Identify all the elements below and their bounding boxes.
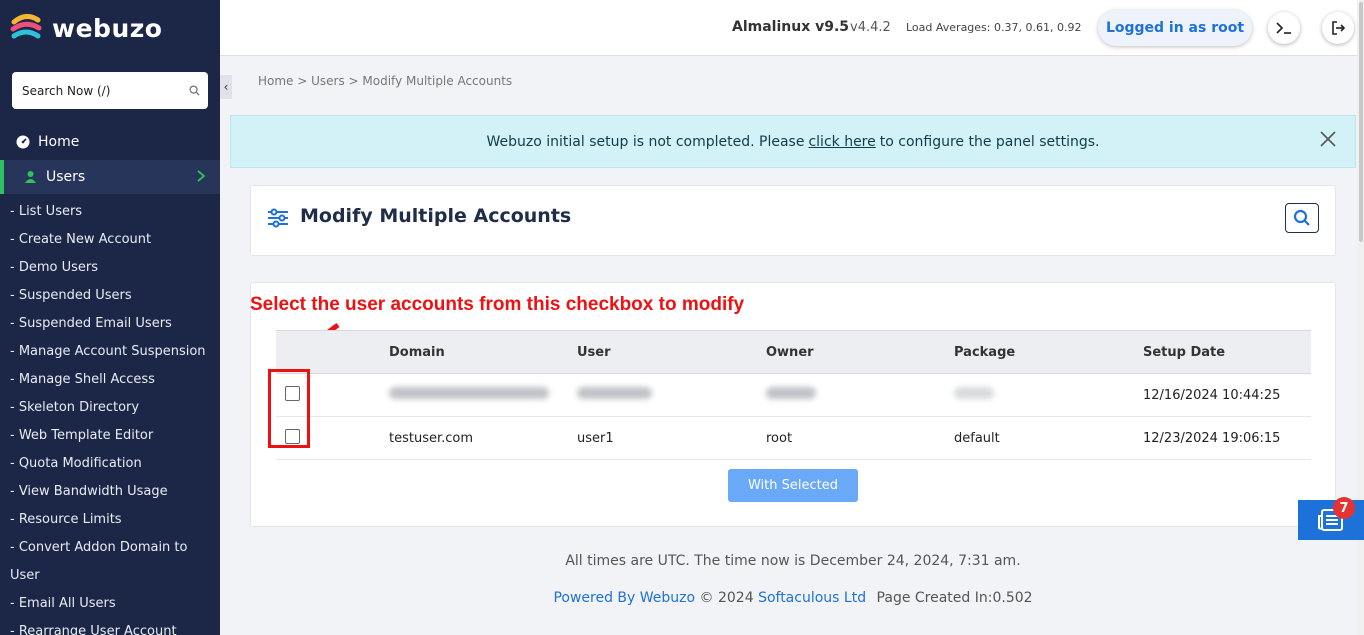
table-row: 12/16/2024 10:44:25 [276,373,1311,417]
instruction-annotation: Select the user accounts from this check… [250,294,745,315]
copyright-year: © 2024 [699,590,754,606]
os-version: Almalinux v9.5 [732,19,850,35]
blurred-owner [766,387,816,399]
close-icon[interactable] [1319,130,1337,148]
setup-date-cell: 12/23/2024 19:06:15 [1142,416,1311,460]
logo[interactable]: webuzo [8,10,162,46]
domain-cell: testuser.com [388,416,576,460]
webuzo-logo-icon [9,11,43,45]
column-header-domain[interactable]: Domain [388,330,576,374]
sliders-icon [268,208,288,228]
column-header-owner[interactable]: Owner [765,330,953,374]
table-search-button[interactable] [1285,203,1319,233]
submenu-item-rearrange-account[interactable]: - Rearrange User Account [0,618,220,635]
search-icon [1293,209,1310,226]
powered-by-link[interactable]: Powered By Webuzo [553,590,695,606]
submenu-item-resource-limits[interactable]: - Resource Limits [0,506,220,534]
column-header-user[interactable]: User [576,330,765,374]
logout-icon [1331,21,1345,35]
submenu-item-shell-access[interactable]: - Manage Shell Access [0,366,220,394]
column-header-setup-date[interactable]: Setup Date [1142,330,1311,374]
chevron-right-icon [197,170,206,182]
accounts-table: Domain User Owner Package Setup Date 12/… [276,330,1311,460]
footer: Powered By Webuzo © 2024 Softaculous Ltd… [230,590,1356,606]
select-column-header [276,330,388,374]
sidebar-search-input[interactable] [20,82,189,99]
sidebar-collapse-toggle[interactable]: ‹ [220,75,232,99]
logged-in-button[interactable]: Logged in as root [1098,10,1252,46]
terminal-button[interactable] [1268,12,1300,44]
users-submenu: - List Users - Create New Account - Demo… [0,198,220,635]
owner-cell: root [765,416,953,460]
submenu-item-skeleton-directory[interactable]: - Skeleton Directory [0,394,220,422]
package-cell: default [953,416,1142,460]
submenu-item-quota-modification[interactable]: - Quota Modification [0,450,220,478]
submenu-item-convert-addon-domain[interactable]: - Convert Addon Domain to User [0,534,220,590]
sidebar-item-label: Users [46,169,86,185]
webuzo-version: v4.4.2 [850,20,891,35]
setup-alert: Webuzo initial setup is not completed. P… [230,115,1356,168]
submenu-item-list-users[interactable]: - List Users [0,198,220,226]
checkbox-highlight-box [268,369,310,448]
page-created-time: Page Created In:0.502 [876,590,1033,606]
alert-click-here-link[interactable]: click here [808,134,875,150]
submenu-item-demo-users[interactable]: - Demo Users [0,254,220,282]
load-averages: Load Averages: 0.37, 0.61, 0.92 [906,21,1082,34]
search-icon[interactable] [189,85,200,96]
blurred-package [954,387,994,399]
sidebar: webuzo Home Users - List Users - Create … [0,0,220,635]
alert-text-after: to configure the panel settings. [879,133,1100,150]
blurred-user [577,387,652,399]
sidebar-item-home[interactable]: Home [0,125,220,159]
table-header-row: Domain User Owner Package Setup Date [276,330,1311,374]
dashboard-icon [16,135,30,149]
column-header-package[interactable]: Package [953,330,1142,374]
user-cell: user1 [576,416,765,460]
softaculous-link[interactable]: Softaculous Ltd [758,590,866,606]
submenu-item-email-all-users[interactable]: - Email All Users [0,590,220,618]
page-scrollbar-thumb[interactable] [1359,2,1363,242]
page-title: Modify Multiple Accounts [300,205,572,227]
blurred-domain [389,387,549,399]
notification-badge: 7 [1333,497,1355,519]
with-selected-button[interactable]: With Selected [728,469,858,502]
sidebar-search [12,72,208,109]
topbar: Almalinux v9.5 v4.4.2 Load Averages: 0.3… [220,0,1364,56]
breadcrumb[interactable]: Home > Users > Modify Multiple Accounts [258,74,512,88]
submenu-item-create-account[interactable]: - Create New Account [0,226,220,254]
submenu-item-web-template-editor[interactable]: - Web Template Editor [0,422,220,450]
brand-name: webuzo [52,13,163,43]
logout-button[interactable] [1322,12,1354,44]
user-icon [24,170,38,184]
setup-date-cell: 12/16/2024 10:44:25 [1142,373,1311,417]
submenu-item-manage-suspension[interactable]: - Manage Account Suspension [0,338,220,366]
table-row: testuser.com user1 root default 12/23/20… [276,416,1311,460]
page-header-card: Modify Multiple Accounts [250,185,1336,256]
submenu-item-suspended-users[interactable]: - Suspended Users [0,282,220,310]
submenu-item-bandwidth-usage[interactable]: - View Bandwidth Usage [0,478,220,506]
submenu-item-suspended-email-users[interactable]: - Suspended Email Users [0,310,220,338]
sidebar-item-label: Home [38,134,80,150]
alert-text-before: Webuzo initial setup is not completed. P… [486,133,805,150]
server-time-note: All times are UTC. The time now is Decem… [565,553,1021,569]
sidebar-item-users[interactable]: Users [0,160,220,194]
terminal-icon [1276,22,1291,34]
